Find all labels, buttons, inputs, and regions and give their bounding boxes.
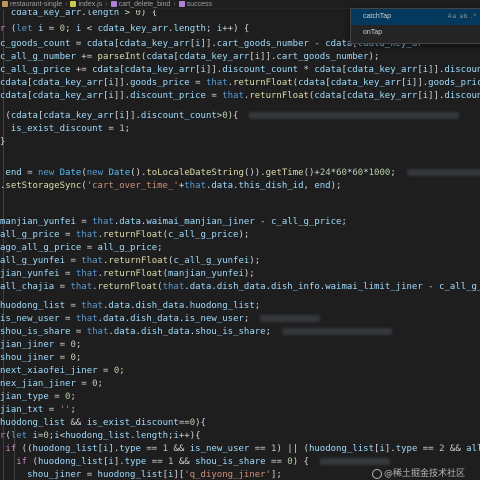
code-line: jian_type = 0;: [0, 392, 76, 402]
code-line: cdata[cdata_key_arr[i]].discount_price =…: [0, 91, 480, 101]
code-line: cdata[cdata_key_arr[i]].goods_price = th…: [0, 78, 480, 88]
code-editor[interactable]: cdata_key_arr.length > 0) { r (let i = 0…: [0, 10, 480, 480]
breadcrumb-item-callback[interactable]: success: [178, 0, 212, 8]
code-line: nex_jian_jiner = 0;: [0, 379, 103, 389]
code-line: }: [0, 137, 6, 147]
code-line: is_new_user = that.data.dish_data.is_new…: [0, 312, 321, 326]
code-line: shou_is_share = that.data.dish_data.shou…: [0, 325, 392, 339]
code-line: jian_jiner = 0;: [0, 340, 82, 350]
code-line: shou_jiner = huodong_list[i]['q_diyong_j…: [27, 470, 282, 480]
breadcrumb-item-file[interactable]: index.js: [70, 1, 102, 8]
code-line: cdata_key_arr.length > 0) {: [10, 10, 158, 18]
code-line: r (let i = 0; i < cdata_key_arr.length; …: [0, 24, 250, 34]
folder-icon: [2, 0, 8, 7]
chevron-right-icon: ›: [105, 0, 108, 8]
method-icon: [178, 0, 185, 7]
method-icon: [110, 0, 117, 7]
blurred-comment: [260, 315, 321, 322]
code-line: manjian_yunfei = that.data.waimai_manjia…: [0, 217, 347, 227]
chevron-right-icon: ›: [65, 0, 68, 8]
match-options-icon[interactable]: Aa ab .*: [448, 9, 477, 25]
code-line: jian_yunfei = that.returnFloat(manjian_y…: [0, 269, 255, 279]
code-line: end = new Date(new Date().toLocaleDateSt…: [0, 166, 480, 180]
code-line: shou_jiner = 0;: [0, 353, 82, 363]
code-line: all_g_price = that.returnFloat(c_all_g_p…: [0, 230, 250, 240]
blurred-comment: [406, 169, 480, 176]
code-line: huodong_list && is_exist_discount==0){: [0, 418, 206, 428]
code-line: huodong_list = that.data.dish_data.huodo…: [0, 301, 261, 311]
suggest-item-ontap[interactable]: onTap: [351, 25, 480, 41]
code-line: c_all_g_price += cdata[cdata_key_arr[i]]…: [0, 65, 480, 75]
code-line: is_exist_discount = 1;: [10, 124, 131, 134]
blurred-comment: [319, 458, 390, 465]
code-line: next_xiaofei_jiner = 0;: [0, 366, 125, 376]
watermark: @稀土掘金技术社区: [372, 466, 465, 479]
code-line: if (huodong_list[i].type == 1 && shou_is…: [0, 455, 390, 469]
suggest-item-catchtap[interactable]: catchTap Aa ab .*: [351, 9, 480, 25]
js-file-icon: [70, 0, 77, 7]
code-line: c_all_g_number += parseInt(cdata[cdata_k…: [0, 52, 380, 62]
code-line: (cdata[cdata_key_arr[i]].discount_count>…: [0, 109, 460, 123]
code-line: .setStorageSync('cart_over_time_'+that.d…: [0, 181, 342, 191]
juejin-logo-icon: [372, 468, 382, 479]
breadcrumb-item-folder[interactable]: restaurant-single: [2, 1, 62, 8]
code-line: all_chajia = that.returnFloat(that.data.…: [0, 282, 480, 292]
blurred-comment: [281, 328, 392, 335]
code-line: jian_txt = '';: [0, 405, 76, 415]
code-line: ago_all_g_price = all_g_price;: [0, 243, 163, 253]
code-line: if ((huodong_list[i].type == 1 && is_new…: [5, 444, 480, 454]
code-line: all_g_yunfei = that.returnFloat(c_all_g_…: [0, 256, 261, 266]
chevron-right-icon: ›: [173, 0, 176, 8]
breadcrumb-item-method[interactable]: cart_delete_bind: [110, 0, 170, 8]
blurred-comment: [249, 112, 460, 119]
suggest-widget: catchTap Aa ab .* onTap: [350, 8, 480, 44]
code-line: r(let i=0;i<huodong_list.length;i++){: [0, 431, 201, 441]
